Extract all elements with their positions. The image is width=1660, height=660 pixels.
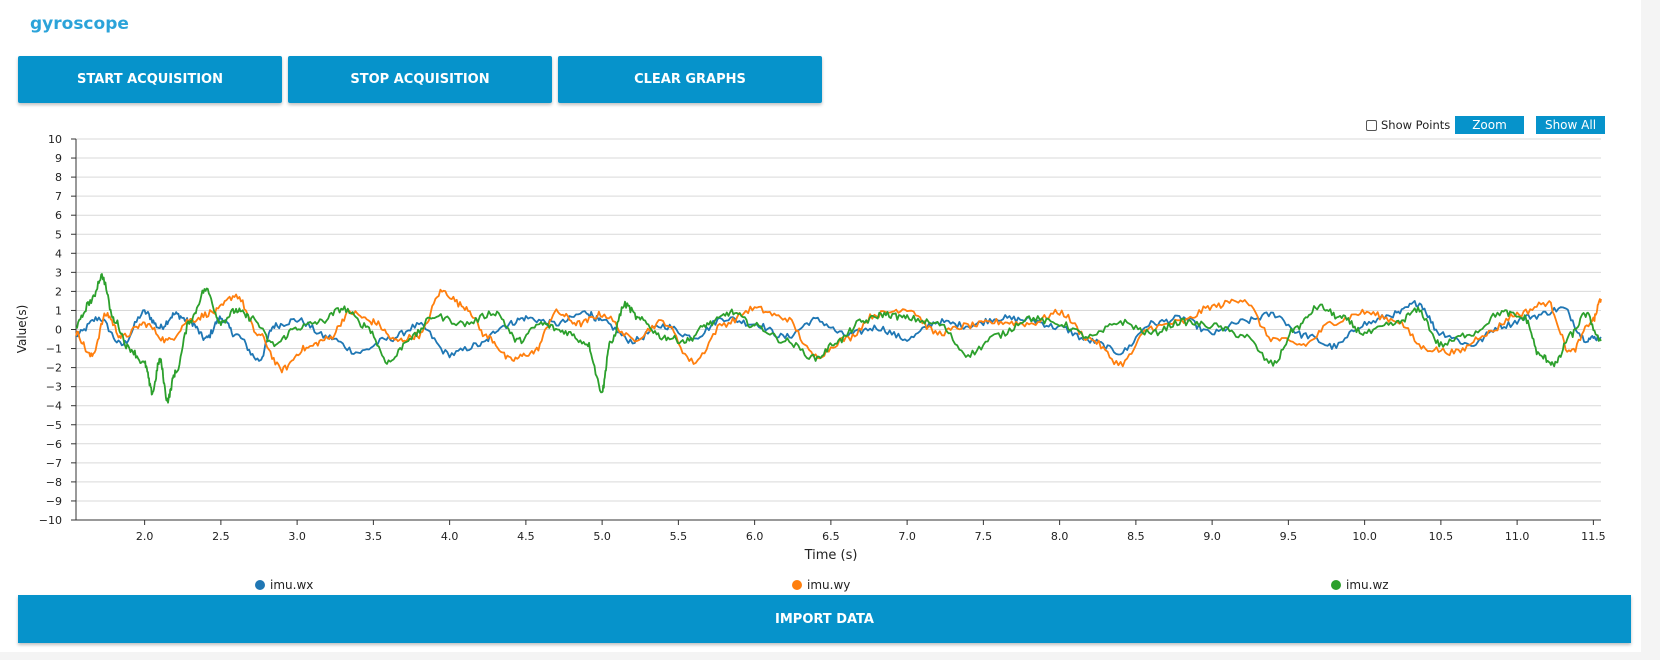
y-tick-label: −9 bbox=[46, 495, 62, 508]
chart-series bbox=[75, 273, 1602, 404]
x-tick-label: 11.5 bbox=[1581, 530, 1606, 543]
legend-label: imu.wz bbox=[1346, 578, 1389, 592]
y-tick-label: −4 bbox=[46, 400, 62, 413]
x-tick-label: 6.0 bbox=[746, 530, 764, 543]
legend-item-wy[interactable]: imu.wy bbox=[792, 578, 850, 592]
y-tick-label: 6 bbox=[55, 209, 62, 222]
x-tick-label: 4.0 bbox=[441, 530, 459, 543]
x-tick-label: 5.0 bbox=[593, 530, 611, 543]
legend-dot-icon bbox=[255, 580, 265, 590]
x-tick-label: 5.5 bbox=[670, 530, 688, 543]
y-tick-label: 8 bbox=[55, 171, 62, 184]
y-tick-label: 9 bbox=[55, 152, 62, 165]
y-tick-label: −3 bbox=[46, 381, 62, 394]
legend-label: imu.wx bbox=[270, 578, 314, 592]
series-line-imu-wz bbox=[75, 273, 1602, 404]
x-tick-label: 10.0 bbox=[1352, 530, 1377, 543]
y-tick-label: 10 bbox=[48, 133, 62, 146]
legend-label: imu.wy bbox=[807, 578, 851, 592]
x-tick-label: 9.5 bbox=[1280, 530, 1298, 543]
x-tick-label: 7.5 bbox=[975, 530, 993, 543]
x-tick-label: 3.5 bbox=[365, 530, 383, 543]
y-tick-label: 7 bbox=[55, 190, 62, 203]
x-tick-label: 10.5 bbox=[1429, 530, 1454, 543]
y-tick-label: 4 bbox=[55, 247, 62, 260]
y-tick-label: −6 bbox=[46, 438, 62, 451]
chart-grid bbox=[76, 138, 1601, 521]
gyroscope-chart[interactable]: 109876543210−1−2−3−4−5−6−7−8−9−102.0 2.5 3… bbox=[0, 0, 1641, 592]
y-tick-label: −1 bbox=[46, 343, 62, 356]
y-tick-label: 1 bbox=[55, 304, 62, 317]
x-tick-label: 8.5 bbox=[1127, 530, 1145, 543]
x-tick-label: 3.0 bbox=[288, 530, 306, 543]
x-tick-label: 11.0 bbox=[1505, 530, 1530, 543]
y-axis-label: Value(s) bbox=[15, 305, 29, 354]
legend-dot-icon bbox=[792, 580, 802, 590]
legend-dot-icon bbox=[1331, 580, 1341, 590]
x-axis-label: Time (s) bbox=[804, 548, 858, 563]
import-data-button[interactable]: IMPORT DATA bbox=[18, 595, 1631, 643]
y-tick-label: −8 bbox=[46, 476, 62, 489]
y-tick-label: 0 bbox=[55, 324, 62, 337]
x-tick-label: 8.0 bbox=[1051, 530, 1069, 543]
x-tick-label: 7.0 bbox=[898, 530, 916, 543]
y-tick-label: 3 bbox=[55, 266, 62, 279]
y-tick-label: −5 bbox=[46, 419, 62, 432]
legend-item-wz[interactable]: imu.wz bbox=[1331, 578, 1389, 592]
x-tick-label: 2.0 bbox=[136, 530, 154, 543]
y-tick-label: −10 bbox=[39, 514, 62, 527]
y-tick-label: 5 bbox=[55, 228, 62, 241]
x-tick-label: 2.5 bbox=[212, 530, 230, 543]
x-tick-label: 4.5 bbox=[517, 530, 535, 543]
y-tick-label: −7 bbox=[46, 457, 62, 470]
y-tick-label: −2 bbox=[46, 362, 62, 375]
x-tick-label: 9.0 bbox=[1203, 530, 1221, 543]
x-tick-label: 6.5 bbox=[822, 530, 840, 543]
legend-item-wx[interactable]: imu.wx bbox=[255, 578, 313, 592]
y-tick-label: 2 bbox=[55, 285, 62, 298]
